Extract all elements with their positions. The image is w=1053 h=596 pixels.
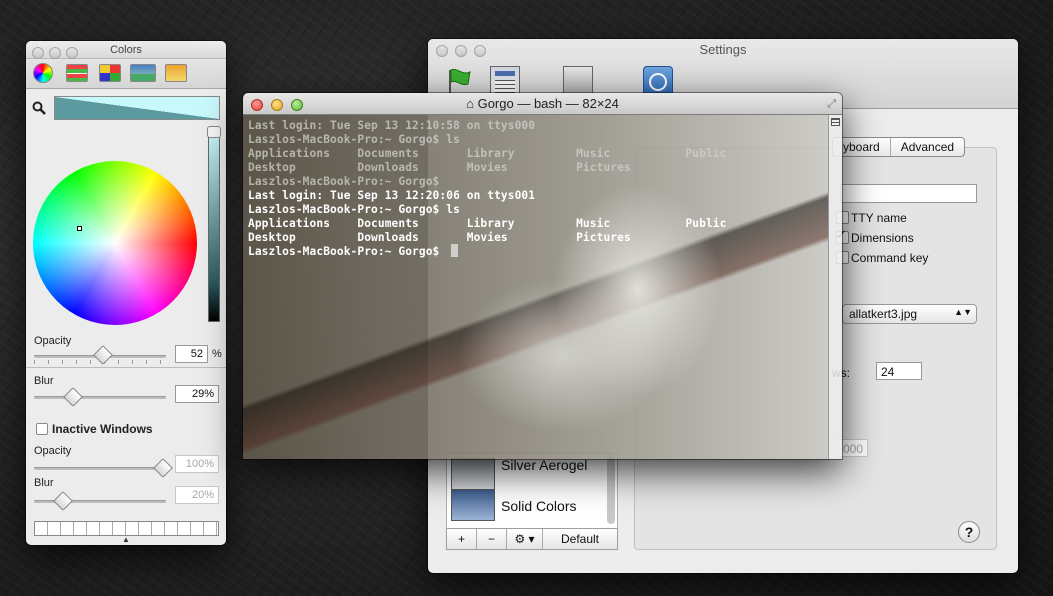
colors-panel: Colors Opacity 52 % Blur 29% Inactive Wi… bbox=[26, 41, 226, 545]
terminal-line: Last login: Tue Sep 13 12:10:58 on ttys0… bbox=[248, 119, 536, 132]
color-sliders-icon[interactable] bbox=[66, 64, 88, 82]
profile-silver-aerogel[interactable]: Silver Aerogel bbox=[501, 457, 587, 473]
profile-thumbnail bbox=[451, 489, 495, 521]
profiles-scrollbar[interactable] bbox=[607, 454, 615, 524]
resize-handle-icon[interactable]: ▲ bbox=[122, 535, 130, 544]
percent-label: % bbox=[212, 348, 222, 360]
inactive-windows-checkbox[interactable] bbox=[36, 423, 48, 435]
colors-title: Colors bbox=[110, 44, 142, 56]
inactive-windows-label: Inactive Windows bbox=[52, 422, 153, 436]
terminal-line: Laszlos-MacBook-Pro:~ Gorgo$ bbox=[248, 175, 440, 188]
settings-tabs: yboard Advanced bbox=[832, 137, 966, 157]
terminal-content[interactable]: Last login: Tue Sep 13 12:10:58 on ttys0… bbox=[243, 115, 828, 459]
terminal-line: Desktop Downloads Movies Pictures bbox=[248, 231, 631, 244]
profile-solid-colors[interactable]: Solid Colors bbox=[501, 498, 576, 514]
close-button[interactable] bbox=[32, 47, 44, 59]
terminal-scrollbar[interactable] bbox=[828, 115, 842, 459]
brightness-slider[interactable] bbox=[208, 130, 220, 322]
terminal-line: Desktop Downloads Movies Pictures bbox=[248, 161, 631, 174]
background-image-value: allatkert3.jpg bbox=[849, 307, 918, 321]
profiles-button-bar: + − ⚙ ▾ Default bbox=[446, 528, 618, 550]
color-wheel[interactable] bbox=[33, 161, 197, 325]
terminal-line: Last login: Tue Sep 13 12:20:06 on ttys0… bbox=[248, 189, 536, 202]
crayons-icon[interactable] bbox=[165, 64, 187, 82]
terminal-titlebar[interactable]: ⌂ Gorgo — bash — 82×24 ⤢ bbox=[243, 93, 842, 115]
inactive-opacity-knob[interactable] bbox=[153, 458, 173, 478]
terminal-line: Applications Documents Library Music Pub… bbox=[248, 147, 727, 160]
colors-titlebar[interactable]: Colors bbox=[26, 41, 226, 59]
tty-name-label: TTY name bbox=[851, 211, 907, 225]
blur-field[interactable]: 29% bbox=[175, 385, 219, 403]
rows-field[interactable]: 24 bbox=[876, 362, 922, 380]
terminal-line: Laszlos-MacBook-Pro:~ Gorgo$ ls bbox=[248, 203, 460, 216]
zoom-button[interactable] bbox=[291, 99, 303, 111]
color-swatch-strip[interactable] bbox=[34, 521, 219, 536]
zoom-button[interactable] bbox=[474, 45, 486, 57]
select-arrows-icon: ▲▼ bbox=[954, 307, 972, 317]
terminal-line: Applications Documents Library Music Pub… bbox=[248, 217, 727, 230]
settings-titlebar[interactable]: Settings bbox=[428, 39, 1018, 63]
minimize-button[interactable] bbox=[455, 45, 467, 57]
inactive-opacity-label: Opacity bbox=[34, 445, 72, 457]
background-image-select[interactable]: allatkert3.jpg ▲▼ bbox=[842, 304, 977, 324]
gear-menu-button[interactable]: ⚙ ▾ bbox=[507, 529, 543, 549]
remove-profile-button[interactable]: − bbox=[477, 529, 507, 549]
terminal-cursor bbox=[451, 244, 458, 257]
default-button[interactable]: Default bbox=[543, 529, 617, 549]
terminal-line: Laszlos-MacBook-Pro:~ Gorgo$ ls bbox=[248, 133, 460, 146]
dimensions-label: Dimensions bbox=[851, 231, 914, 245]
home-icon: ⌂ bbox=[466, 96, 474, 111]
inactive-blur-label: Blur bbox=[34, 477, 54, 489]
colors-toolbar bbox=[26, 59, 226, 89]
color-wheel-selector[interactable] bbox=[77, 226, 82, 231]
color-palettes-icon[interactable] bbox=[99, 64, 121, 82]
close-button[interactable] bbox=[251, 99, 263, 111]
settings-title: Settings bbox=[699, 42, 747, 57]
terminal-line: Laszlos-MacBook-Pro:~ Gorgo$ bbox=[248, 245, 447, 258]
minimize-button[interactable] bbox=[49, 47, 61, 59]
profiles-list: Silver Aerogel Solid Colors bbox=[446, 453, 618, 537]
image-palettes-icon[interactable] bbox=[130, 64, 156, 82]
color-wheel-icon[interactable] bbox=[33, 63, 53, 83]
faded-field: 000 bbox=[838, 439, 868, 457]
brightness-slider-knob[interactable] bbox=[207, 126, 221, 138]
zoom-button[interactable] bbox=[66, 47, 78, 59]
fullscreen-icon[interactable]: ⤢ bbox=[827, 93, 836, 115]
help-button[interactable]: ? bbox=[958, 521, 980, 543]
split-pane-icon[interactable] bbox=[831, 118, 840, 126]
blur-slider[interactable] bbox=[34, 396, 166, 399]
opacity-field[interactable]: 52 bbox=[175, 345, 208, 363]
close-button[interactable] bbox=[436, 45, 448, 57]
blur-label: Blur bbox=[34, 375, 54, 387]
terminal-title: Gorgo — bash — 82×24 bbox=[477, 96, 619, 111]
opacity-label: Opacity bbox=[34, 335, 72, 347]
inactive-opacity-slider[interactable] bbox=[34, 467, 166, 470]
current-color-swatch[interactable] bbox=[54, 96, 220, 120]
terminal-window: ⌂ Gorgo — bash — 82×24 ⤢ Last login: Tue… bbox=[243, 93, 842, 459]
profile-thumbnail bbox=[451, 458, 495, 490]
title-text-field[interactable] bbox=[840, 184, 977, 203]
divider bbox=[26, 367, 226, 368]
magnifier-icon[interactable] bbox=[32, 101, 46, 115]
command-key-label: Command key bbox=[851, 251, 929, 265]
inactive-blur-knob[interactable] bbox=[53, 491, 73, 511]
inactive-blur-field[interactable]: 20% bbox=[175, 486, 219, 504]
tab-advanced[interactable]: Advanced bbox=[889, 138, 964, 156]
minimize-button[interactable] bbox=[271, 99, 283, 111]
add-profile-button[interactable]: + bbox=[447, 529, 477, 549]
inactive-opacity-field[interactable]: 100% bbox=[175, 455, 219, 473]
blur-slider-knob[interactable] bbox=[63, 387, 83, 407]
